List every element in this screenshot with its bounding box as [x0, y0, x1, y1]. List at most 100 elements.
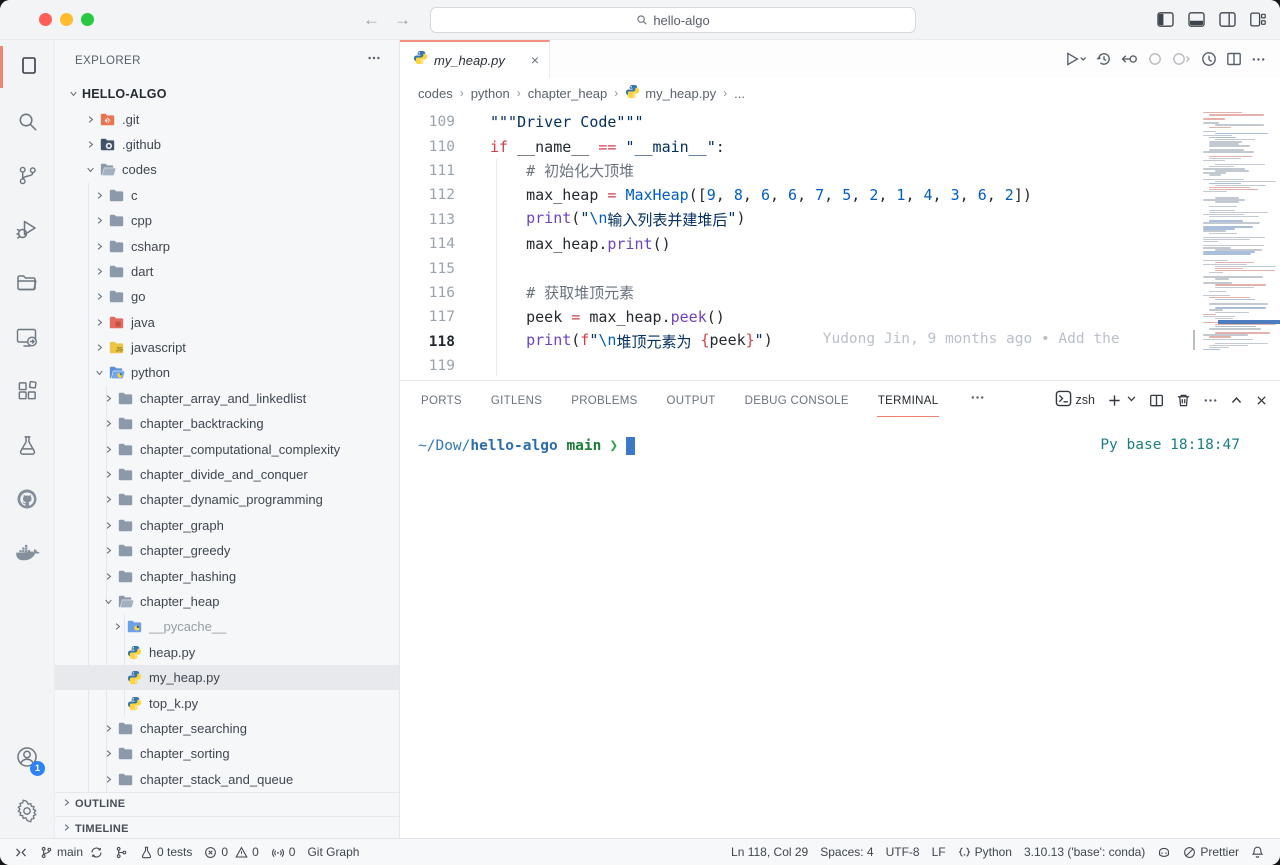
status-3-10-13-base-conda[interactable]: 3.10.13 ('base': conda) — [1018, 845, 1151, 859]
close-window-button[interactable] — [39, 13, 52, 26]
toggle-panel-icon[interactable] — [1188, 12, 1205, 27]
tree-item--github[interactable]: .github — [55, 132, 399, 157]
status-main[interactable]: main — [34, 845, 109, 859]
activity-extensions-icon[interactable] — [0, 364, 54, 418]
status-gitlens-branch-icon[interactable] — [109, 846, 134, 859]
more-actions-icon[interactable] — [1251, 52, 1266, 67]
tab-my-heap[interactable]: my_heap.py × — [400, 40, 550, 78]
status-ln-118-col-29[interactable]: Ln 118, Col 29 — [725, 845, 814, 859]
tree-item-java[interactable]: java — [55, 310, 399, 335]
tree-item--pycache-[interactable]: __pycache__ — [55, 614, 399, 639]
close-panel-icon[interactable] — [1255, 394, 1268, 407]
status-0[interactable]: 00 — [198, 845, 264, 859]
tree-item-chapter-graph[interactable]: chapter_graph — [55, 513, 399, 538]
activity-github-icon[interactable] — [0, 472, 54, 526]
kill-terminal-icon[interactable] — [1176, 393, 1191, 408]
tree-item-chapter-sorting[interactable]: chapter_sorting — [55, 741, 399, 766]
split-terminal-icon[interactable] — [1149, 393, 1164, 408]
code-editor[interactable]: 109"""Driver Code"""110if __name__ == "_… — [400, 108, 1280, 380]
previous-change-icon[interactable] — [1147, 51, 1163, 67]
tree-item-cpp[interactable]: cpp — [55, 208, 399, 233]
panel-tab-output[interactable]: OUTPUT — [666, 384, 717, 416]
tab-close-icon[interactable]: × — [531, 52, 539, 68]
breadcrumb-item[interactable]: codes — [418, 86, 453, 101]
zoom-window-button[interactable] — [81, 13, 94, 26]
tree-item-javascript[interactable]: JSjavascript — [55, 335, 399, 360]
breadcrumb-item[interactable]: python — [471, 86, 510, 101]
toggle-primary-sidebar-icon[interactable] — [1157, 12, 1174, 27]
panel-tab-terminal[interactable]: TERMINAL — [877, 384, 940, 417]
customize-layout-icon[interactable] — [1250, 12, 1266, 27]
activity-accounts-icon[interactable]: 1 — [0, 730, 54, 784]
status-utf-8[interactable]: UTF-8 — [880, 845, 926, 859]
status-0-tests[interactable]: 0 tests — [134, 845, 198, 859]
status-lf[interactable]: LF — [926, 845, 952, 859]
status-spaces-4[interactable]: Spaces: 4 — [814, 845, 879, 859]
tree-item-chapter-greedy[interactable]: chapter_greedy — [55, 538, 399, 563]
run-button-icon[interactable] — [1064, 51, 1087, 67]
status-bell-icon[interactable] — [1245, 845, 1270, 859]
gitlens-icon[interactable] — [1201, 51, 1217, 67]
tree-root-hello-algo[interactable]: HELLO-ALGO — [55, 81, 399, 106]
activity-remote-explorer-icon[interactable] — [0, 310, 54, 364]
minimize-window-button[interactable] — [60, 13, 73, 26]
tree-item-top-k-py[interactable]: top_k.py — [55, 690, 399, 715]
minimap[interactable] — [1195, 108, 1280, 353]
next-change-icon[interactable] — [1172, 51, 1192, 67]
breadcrumb-item[interactable]: my_heap.py — [625, 84, 716, 102]
tree-item-chapter-backtracking[interactable]: chapter_backtracking — [55, 411, 399, 436]
activity-project-folder-icon[interactable] — [0, 256, 54, 310]
tree-item-codes[interactable]: codes — [55, 157, 399, 182]
timeline-history-icon[interactable] — [1096, 51, 1112, 67]
status-prettier[interactable]: Prettier — [1177, 845, 1245, 859]
open-changes-icon[interactable] — [1121, 51, 1138, 67]
status-python[interactable]: Python — [952, 845, 1018, 859]
toggle-secondary-sidebar-icon[interactable] — [1219, 12, 1236, 27]
back-icon[interactable]: ← — [363, 10, 380, 30]
section-timeline[interactable]: TIMELINE — [55, 816, 399, 842]
status-remote-icon[interactable] — [8, 846, 34, 859]
breadcrumb-item[interactable]: chapter_heap — [528, 86, 608, 101]
activity-settings-icon[interactable] — [0, 784, 54, 838]
activity-run-and-debug-icon[interactable] — [0, 202, 54, 256]
dropdown-chevron-icon[interactable] — [1126, 393, 1137, 407]
activity-source-control-icon[interactable] — [0, 148, 54, 202]
tree-item--git[interactable]: .git — [55, 106, 399, 131]
tree-item-chapter-divide-and-conquer[interactable]: chapter_divide_and_conquer — [55, 462, 399, 487]
activity-search-icon[interactable] — [0, 94, 54, 148]
status-0[interactable]: 0 — [265, 845, 302, 859]
tree-item-chapter-heap[interactable]: chapter_heap — [55, 589, 399, 614]
maximize-panel-icon[interactable] — [1230, 394, 1243, 407]
tree-item-chapter-dynamic-programming[interactable]: chapter_dynamic_programming — [55, 487, 399, 512]
breadcrumb-item[interactable]: ... — [734, 86, 745, 101]
activity-explorer-icon[interactable] — [0, 40, 54, 94]
status-copilot-icon[interactable] — [1151, 846, 1177, 859]
tree-item-chapter-searching[interactable]: chapter_searching — [55, 716, 399, 741]
tree-item-go[interactable]: go — [55, 284, 399, 309]
split-editor-icon[interactable] — [1226, 51, 1242, 67]
forward-icon[interactable]: → — [394, 10, 411, 30]
command-center-search[interactable]: hello-algo — [430, 7, 916, 33]
tree-item-python[interactable]: python — [55, 360, 399, 385]
terminal-instance-zsh[interactable]: zsh — [1055, 390, 1095, 410]
activity-docker-icon[interactable] — [0, 526, 54, 580]
tree-item-heap-py[interactable]: heap.py — [55, 640, 399, 665]
panel-tab-gitlens[interactable]: GITLENS — [490, 384, 543, 416]
new-terminal-icon[interactable] — [1107, 393, 1137, 408]
panel-tab-debug-console[interactable]: DEBUG CONSOLE — [744, 384, 850, 416]
explorer-more-actions-icon[interactable] — [367, 51, 381, 70]
tree-item-chapter-array-and-linkedlist[interactable]: chapter_array_and_linkedlist — [55, 386, 399, 411]
panel-tab-problems[interactable]: PROBLEMS — [570, 384, 638, 416]
activity-testing-icon[interactable] — [0, 418, 54, 472]
tree-item-chapter-hashing[interactable]: chapter_hashing — [55, 563, 399, 588]
panel-more-tabs-icon[interactable] — [970, 390, 985, 410]
tree-item-chapter-computational-complexity[interactable]: chapter_computational_complexity — [55, 436, 399, 461]
terminal[interactable]: ~/Dow/hello-algo main❯ Py base 18:18:47 — [400, 419, 1280, 838]
tree-item-my-heap-py[interactable]: my_heap.py — [55, 665, 399, 690]
tree-item-c[interactable]: c — [55, 183, 399, 208]
status-git-graph[interactable]: Git Graph — [301, 845, 365, 859]
section-outline[interactable]: OUTLINE — [55, 792, 399, 816]
tree-item-chapter-stack-and-queue[interactable]: chapter_stack_and_queue — [55, 767, 399, 792]
panel-more-actions-icon[interactable] — [1203, 393, 1218, 408]
tree-item-dart[interactable]: dart — [55, 259, 399, 284]
